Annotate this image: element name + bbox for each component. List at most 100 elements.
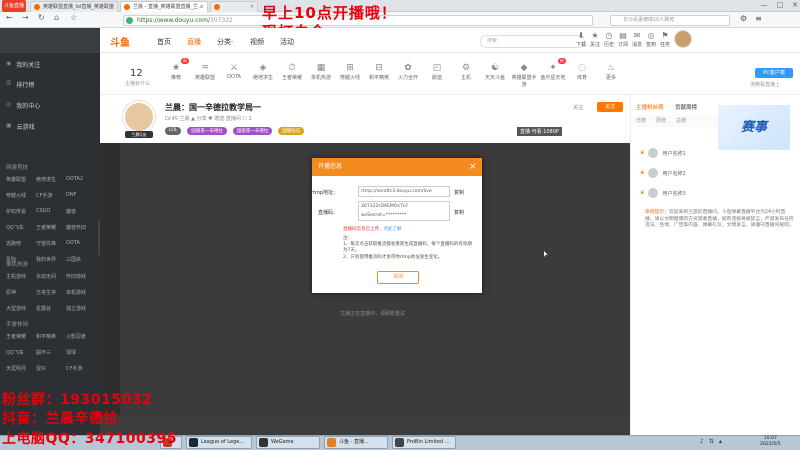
taskbar-app-button[interactable]: WeGame <box>256 436 320 449</box>
room-tag[interactable]: 国服钻石 <box>278 127 305 135</box>
nav-live[interactable]: 直播 <box>187 37 201 47</box>
home-icon[interactable]: ⌂ <box>54 13 59 22</box>
rtmp-address-field[interactable]: rtmp://sendtc3.douyu.com/live <box>358 186 450 197</box>
sidebar-game-link[interactable]: 三国杀 <box>66 256 96 263</box>
sidebar-game-link[interactable]: 魔兽怀旧 <box>66 224 96 231</box>
browser-tab-1[interactable]: 英雄联盟直播_lol直播_英雄联盟 ✕ <box>30 1 118 12</box>
tab-fan-rank[interactable]: 主播粉丝榜 <box>636 103 664 111</box>
taskbar-app-button[interactable]: 斗鱼 - 直播... <box>324 436 388 449</box>
sidebar-game-link[interactable]: CF手游 <box>36 192 66 199</box>
tray-arrow-icon[interactable]: ▴ <box>719 438 722 445</box>
sidebar-game-link[interactable]: 守望先锋 <box>36 240 66 247</box>
tab-close-icon[interactable]: ✕ <box>200 2 204 12</box>
room-tag[interactable]: 国服第一辛德拉 <box>232 127 273 135</box>
back-icon[interactable]: ← <box>6 13 13 22</box>
refresh-icon[interactable]: ↻ <box>38 13 45 22</box>
streamer-avatar[interactable] <box>123 101 155 133</box>
sidebar-game-link[interactable]: DOTA <box>66 240 96 247</box>
category-item[interactable]: ◆ 英雄联盟手游 <box>511 62 537 88</box>
close-window-icon[interactable]: ✕ <box>792 1 798 9</box>
category-item[interactable]: ♒ 英雄联盟 <box>192 62 218 81</box>
tab-close-icon[interactable]: ✕ <box>110 2 114 12</box>
sidebar-game-link[interactable]: CSGO <box>36 208 66 215</box>
sidebar-game-link[interactable]: 英雄联盟 <box>6 176 36 183</box>
room-tag[interactable]: LOL <box>165 127 182 135</box>
sidebar-game-link[interactable]: CF手游 <box>66 365 96 372</box>
forward-icon[interactable]: → <box>22 13 29 22</box>
taskbar-app-button[interactable]: ProBin Limited ... <box>392 436 456 449</box>
sidebar-game-link[interactable]: 单机游戏 <box>66 289 96 296</box>
category-item[interactable]: ◌ 体育 <box>569 62 595 81</box>
category-item[interactable]: ♨ 更多 <box>598 62 624 81</box>
sidebar-game-link[interactable]: 永劫无间 <box>36 273 66 280</box>
sidebar-game-link[interactable]: 天涯明月 <box>6 365 36 372</box>
subtab-total[interactable]: 总榜 <box>676 115 686 127</box>
network-icon[interactable]: ⇅ <box>709 438 714 445</box>
bookmark-star-icon[interactable]: ☆ <box>70 13 77 22</box>
stream-code-field[interactable]: 307322rDAEMOsTn?wsSecret=********* <box>358 201 450 221</box>
category-item[interactable]: ◰ 颜值 <box>424 62 450 81</box>
sidebar-game-link[interactable]: DNF <box>66 192 96 199</box>
category-item[interactable]: ⊟ 和平精英 <box>366 62 392 81</box>
category-item[interactable]: ⊞ 穿越火线 <box>337 62 363 81</box>
nav-video[interactable]: 视频 <box>250 37 264 47</box>
category-item[interactable]: ⚔ DOTA <box>221 62 247 80</box>
category-item[interactable]: ⏱ 王者荣耀 <box>279 62 305 81</box>
category-item[interactable]: ▦ 单机热游 <box>308 62 334 81</box>
fan-row[interactable]: ♛ 用户名称3 <box>640 188 686 198</box>
sidebar-game-link[interactable]: 崩坏三 <box>36 349 66 356</box>
sidebar-game-link[interactable]: 王者荣耀 <box>6 333 36 340</box>
sidebar-game-link[interactable]: 球球 <box>66 349 96 356</box>
sidebar-game-link[interactable]: 我的世界 <box>36 256 66 263</box>
taskbar-app-button[interactable]: League of Lege... <box>186 436 252 449</box>
douyu-logo[interactable]: 斗鱼 <box>110 34 130 49</box>
subtab-week[interactable]: 周榜 <box>656 115 666 127</box>
sidebar-game-link[interactable]: 魔兽 <box>66 208 96 215</box>
sidebar-game-link[interactable]: 大型游戏 <box>6 305 36 312</box>
category-item[interactable]: ✿ 火力全开 <box>395 62 421 81</box>
fan-row[interactable]: ♛ 用户名称1 <box>640 148 686 158</box>
sidebar-game-link[interactable]: 绝地求生 <box>36 176 66 183</box>
browser-tab-2[interactable]: 兰晨 - 直播_英雄联盟直播_兰... ✕ <box>120 1 208 12</box>
user-avatar[interactable] <box>674 30 692 48</box>
sidebar-game-link[interactable]: 逃跑吧 <box>6 240 36 247</box>
sidebar-game-link[interactable]: 主机游戏 <box>6 273 36 280</box>
stream-quality-label[interactable]: 直播·可看·1080P <box>517 127 562 136</box>
sidebar-item-follow[interactable]: ◉ 我的关注 <box>6 60 40 69</box>
browser-brand-badge[interactable]: 斗鱼直播 <box>2 0 26 12</box>
sidebar-game-link[interactable]: 蛋仔 <box>36 365 66 372</box>
sidebar-game-link[interactable]: QQ飞车 <box>6 224 36 231</box>
tab-contribution-rank[interactable]: 贡献周榜 <box>675 103 697 111</box>
category-item[interactable]: ⚙ 主机 <box>453 62 479 81</box>
fan-row[interactable]: ♛ 用户名称2 <box>640 168 686 178</box>
sidebar-game-link[interactable]: QQ飞车 <box>6 349 36 356</box>
sidebar-game-link[interactable]: DOTA2 <box>66 176 96 183</box>
sidebar-game-link[interactable]: 方舟生存 <box>36 289 66 296</box>
extension-icon[interactable]: ⚙ <box>740 14 747 23</box>
sidebar-game-link[interactable]: 穿越火线 <box>6 192 36 199</box>
modal-close-icon[interactable]: × <box>469 160 477 174</box>
nav-home[interactable]: 首页 <box>157 37 171 47</box>
maximize-icon[interactable]: □ <box>777 1 784 9</box>
learn-more-link[interactable]: 点此了解 <box>384 227 402 232</box>
browser-tab-3[interactable]: ✕ <box>210 1 258 12</box>
sidebar-game-link[interactable]: 炉石传说 <box>6 208 36 215</box>
sidebar-item-center[interactable]: ◎ 我的中心 <box>6 101 40 110</box>
room-tag[interactable]: 国服第一辛德拉 <box>187 127 227 135</box>
copy-rtmp-button[interactable]: 复制 <box>454 189 464 196</box>
sidebar-game-link[interactable]: 原神 <box>6 289 36 296</box>
volume-icon[interactable]: ♪ <box>700 438 704 445</box>
taskbar-clock[interactable]: 10:07 2022/5/5 <box>760 436 781 448</box>
sidebar-game-link[interactable]: 王者荣耀 <box>36 224 66 231</box>
subtab-day[interactable]: 日榜 <box>636 115 646 127</box>
sidebar-game-link[interactable]: 独立游戏 <box>66 305 96 312</box>
browser-search-input[interactable]: 长沙夫妻被撞10人致死 <box>610 15 730 26</box>
sidebar-game-link[interactable]: 怀旧游戏 <box>66 273 96 280</box>
nav-events[interactable]: 活动 <box>280 37 294 47</box>
tab-close-icon[interactable]: ✕ <box>250 2 254 12</box>
modal-close-button[interactable]: 关闭 <box>377 271 419 284</box>
sidebar-item-rank[interactable]: ☰ 排行榜 <box>6 80 34 89</box>
follow-button[interactable]: 关注 <box>597 102 623 112</box>
promo-banner[interactable]: 赛事 <box>718 105 790 150</box>
menu-icon[interactable]: ≡ <box>755 14 762 23</box>
